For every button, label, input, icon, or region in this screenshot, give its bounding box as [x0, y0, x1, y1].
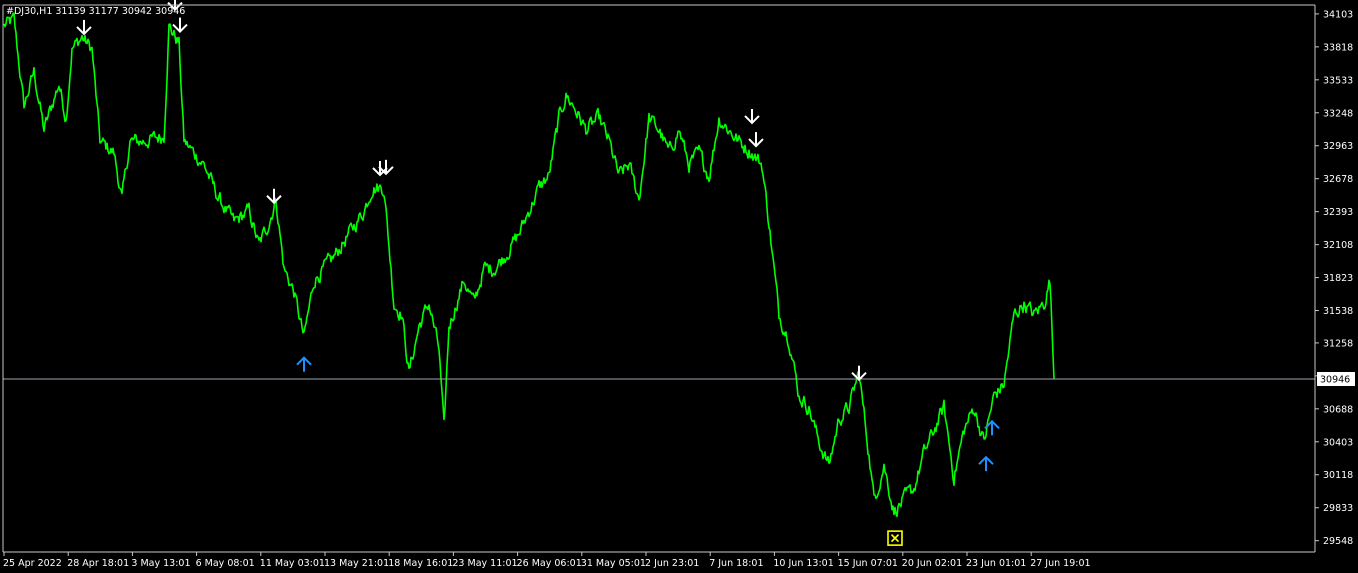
time-tick-label: 26 May 06:01 — [517, 558, 582, 569]
price-tick-label: 31538 — [1323, 306, 1353, 317]
price-tick-label: 30403 — [1323, 437, 1353, 448]
time-tick-label: 28 Apr 18:01 — [67, 558, 129, 569]
time-tick-label: 3 May 13:01 — [131, 558, 190, 569]
price-tick-label: 31823 — [1323, 273, 1353, 284]
time-tick-label: 6 May 08:01 — [196, 558, 255, 569]
time-tick-label: 10 Jun 13:01 — [773, 558, 833, 569]
time-tick-label: 11 May 03:01 — [260, 558, 325, 569]
price-tick-label: 33248 — [1323, 108, 1353, 119]
time-tick-label: 25 Apr 2022 — [3, 558, 62, 569]
price-tick-label: 29833 — [1323, 503, 1353, 514]
time-tick-label: 13 May 21:01 — [324, 558, 389, 569]
time-tick-label: 27 Jun 19:01 — [1030, 558, 1090, 569]
time-tick-label: 15 Jun 07:01 — [838, 558, 898, 569]
time-tick-label: 23 May 11:01 — [452, 558, 517, 569]
time-tick-label: 2 Jun 23:01 — [645, 558, 699, 569]
price-tick-label: 33533 — [1323, 75, 1353, 86]
price-tick-label: 30688 — [1323, 404, 1353, 415]
price-tick-label: 29548 — [1323, 536, 1353, 547]
time-tick-label: 20 Jun 02:01 — [902, 558, 962, 569]
price-tick-label: 32108 — [1323, 240, 1353, 251]
chart-background — [0, 0, 1358, 573]
price-tick-label: 32963 — [1323, 141, 1353, 152]
time-tick-label: 23 Jun 01:01 — [966, 558, 1026, 569]
price-tick-label: 32393 — [1323, 207, 1353, 218]
current-price-label: 30946 — [1320, 374, 1350, 385]
symbol-info: #DJ30,H1 31139 31177 30942 30946 — [6, 6, 185, 17]
price-tick-label: 34103 — [1323, 9, 1353, 20]
time-tick-label: 18 May 16:01 — [388, 558, 453, 569]
price-tick-label: 32678 — [1323, 174, 1353, 185]
price-tick-label: 33818 — [1323, 42, 1353, 53]
price-tick-label: 30118 — [1323, 470, 1353, 481]
price-tick-label: 31258 — [1323, 338, 1353, 349]
time-tick-label: 31 May 05:01 — [581, 558, 646, 569]
time-tick-label: 7 Jun 18:01 — [709, 558, 763, 569]
price-chart[interactable]: 34103 33818 33533 33248 32963 32678 32393 32108… — [0, 0, 1358, 573]
